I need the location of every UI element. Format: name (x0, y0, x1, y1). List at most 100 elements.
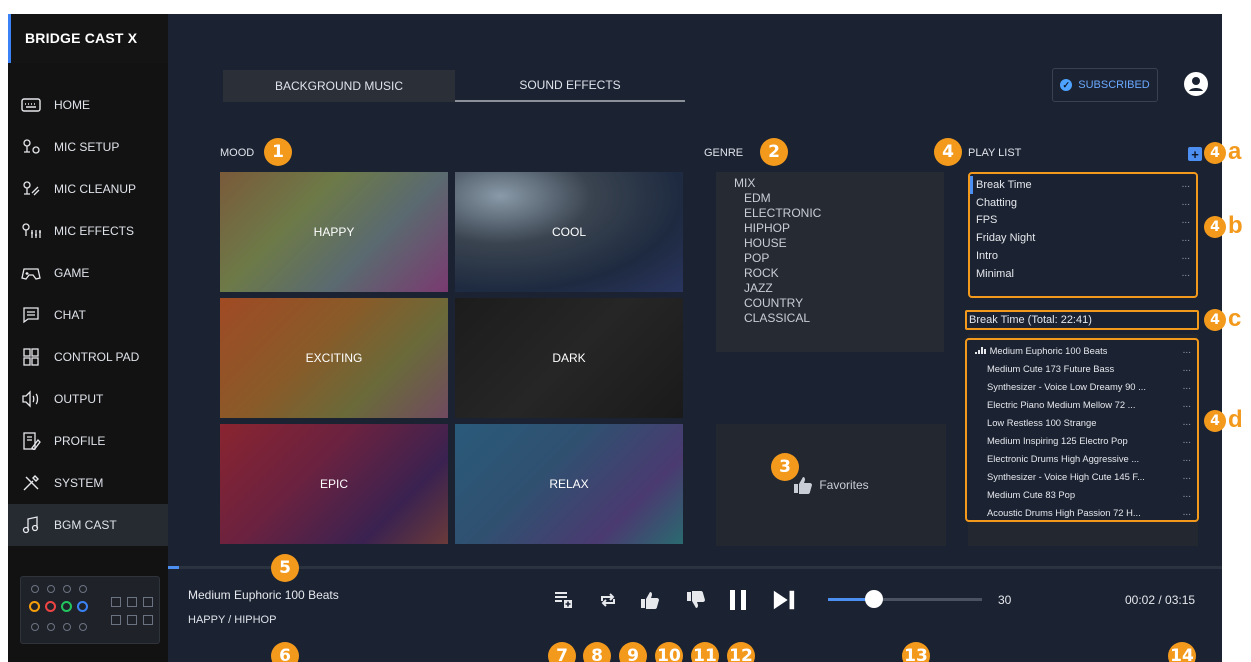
mic-effects-icon (20, 222, 42, 240)
dislike-button[interactable] (684, 588, 708, 612)
playback-progress-track[interactable] (168, 566, 1222, 569)
genre-item-hiphop[interactable]: HIPHOP (716, 221, 944, 236)
volume-slider-handle[interactable] (865, 590, 883, 608)
callout-10: 10 (655, 642, 683, 662)
genre-item-classical[interactable]: CLASSICAL (716, 311, 944, 326)
mood-tile-cool[interactable]: COOL (455, 172, 683, 292)
mood-tile-dark[interactable]: DARK (455, 298, 683, 418)
playlist-item-label: Friday Night (976, 232, 1036, 245)
callout-1: 1 (264, 138, 292, 166)
more-options-button[interactable]: ... (1183, 345, 1191, 356)
more-options-button[interactable]: ... (1182, 268, 1190, 279)
genre-item-rock[interactable]: ROCK (716, 266, 944, 281)
mood-tile-epic[interactable]: EPIC (220, 424, 448, 544)
genre-item-mix[interactable]: MIX (716, 176, 944, 191)
skip-next-icon (773, 590, 795, 610)
more-options-button[interactable]: ... (1182, 251, 1190, 262)
more-options-button[interactable]: ... (1183, 507, 1191, 518)
sidebar-item-label: GAME (54, 266, 90, 280)
sidebar-item-game[interactable]: GAME (8, 252, 168, 294)
track-row[interactable]: Medium Cute 173 Future Bass... (971, 359, 1191, 377)
more-options-button[interactable]: ... (1183, 489, 1191, 500)
device-knob (63, 585, 71, 593)
genre-item-electronic[interactable]: ELECTRONIC (716, 206, 944, 221)
device-dial-red (45, 601, 56, 612)
track-row[interactable]: Synthesizer - Voice Low Dreamy 90 ...... (971, 377, 1191, 395)
pause-button[interactable] (726, 588, 750, 612)
sidebar-item-bgm-cast[interactable]: BGM CAST (8, 504, 168, 546)
more-options-button[interactable]: ... (1183, 453, 1191, 464)
track-row[interactable]: Medium Euphoric 100 Beats ... (971, 341, 1191, 359)
subscribed-button[interactable]: ✓ SUBSCRIBED (1052, 68, 1158, 102)
more-options-button[interactable]: ... (1183, 471, 1191, 482)
track-row[interactable]: Low Restless 100 Strange... (971, 413, 1191, 431)
sidebar-item-control-pad[interactable]: CONTROL PAD (8, 336, 168, 378)
sidebar-item-mic-setup[interactable]: MIC SETUP (8, 126, 168, 168)
playlist-item[interactable]: Friday Night... (976, 229, 1190, 247)
device-pad (143, 597, 153, 607)
genre-list: MIX EDM ELECTRONIC HIPHOP HOUSE POP ROCK… (716, 172, 944, 352)
playlist-item[interactable]: FPS... (976, 212, 1190, 230)
playlist-item[interactable]: Intro... (976, 247, 1190, 265)
more-options-button[interactable]: ... (1182, 215, 1190, 226)
playlist-item[interactable]: Minimal... (976, 265, 1190, 283)
more-options-button[interactable]: ... (1183, 435, 1191, 446)
more-options-button[interactable]: ... (1182, 197, 1190, 208)
mood-tile-happy[interactable]: HAPPY (220, 172, 448, 292)
more-options-button[interactable]: ... (1182, 179, 1190, 190)
sidebar-item-home[interactable]: HOME (8, 84, 168, 126)
genre-item-house[interactable]: HOUSE (716, 236, 944, 251)
mood-tile-relax[interactable]: RELAX (455, 424, 683, 544)
tab-background-music[interactable]: BACKGROUND MUSIC (223, 70, 455, 102)
playlist-item[interactable]: Break Time... (970, 176, 1190, 194)
tab-sound-effects[interactable]: SOUND EFFECTS (455, 70, 685, 102)
sidebar-item-label: CHAT (54, 308, 86, 322)
genre-item-country[interactable]: COUNTRY (716, 296, 944, 311)
more-options-button[interactable]: ... (1183, 417, 1191, 428)
track-row[interactable]: Medium Cute 83 Pop... (971, 485, 1191, 503)
track-row[interactable]: Electronic Drums High Aggressive ...... (971, 449, 1191, 467)
pause-icon (730, 590, 746, 610)
thumbs-down-icon (687, 591, 705, 608)
track-row[interactable]: Medium Inspiring 125 Electro Pop... (971, 431, 1191, 449)
thumbs-up-icon (641, 592, 659, 609)
genre-item-pop[interactable]: POP (716, 251, 944, 266)
sidebar-item-mic-effects[interactable]: MIC EFFECTS (8, 210, 168, 252)
genre-item-edm[interactable]: EDM (716, 191, 944, 206)
add-playlist-button[interactable]: + (1188, 147, 1202, 162)
device-dial-orange (29, 601, 40, 612)
track-title: Electronic Drums High Aggressive ... (987, 452, 1140, 464)
more-options-button[interactable]: ... (1182, 233, 1190, 244)
grid-icon (20, 348, 42, 366)
callout-13: 13 (902, 642, 930, 662)
device-knob (47, 623, 55, 631)
device-dial-green (61, 601, 72, 612)
sidebar-item-mic-cleanup[interactable]: MIC CLEANUP (8, 168, 168, 210)
favorites-button[interactable]: Favorites (716, 424, 946, 546)
track-row[interactable]: Synthesizer - Voice High Cute 145 F.....… (971, 467, 1191, 485)
sidebar-item-system[interactable]: SYSTEM (8, 462, 168, 504)
mood-tile-exciting[interactable]: EXCITING (220, 298, 448, 418)
sidebar-item-output[interactable]: OUTPUT (8, 378, 168, 420)
add-to-playlist-button[interactable] (552, 588, 576, 612)
sidebar-item-profile[interactable]: PROFILE (8, 420, 168, 462)
track-row[interactable]: Electric Piano Medium Mellow 72 ...... (971, 395, 1191, 413)
repeat-button[interactable] (596, 588, 620, 612)
track-title: Acoustic Drums High Passion 72 H... (987, 506, 1141, 518)
more-options-button[interactable]: ... (1183, 381, 1191, 392)
app-title: BRIDGE CAST X (25, 30, 138, 46)
device-preview[interactable] (20, 576, 160, 644)
like-button[interactable] (638, 588, 662, 612)
more-options-button[interactable]: ... (1183, 363, 1191, 374)
device-knob (47, 585, 55, 593)
playlist-item[interactable]: Chatting... (976, 194, 1190, 212)
callout-9: 9 (619, 642, 647, 662)
callout-11: 11 (691, 642, 719, 662)
next-track-button[interactable] (772, 588, 796, 612)
device-pad (111, 615, 121, 625)
genre-item-jazz[interactable]: JAZZ (716, 281, 944, 296)
sidebar-item-chat[interactable]: CHAT (8, 294, 168, 336)
more-options-button[interactable]: ... (1183, 399, 1191, 410)
user-account-icon[interactable] (1184, 72, 1208, 96)
track-row[interactable]: Acoustic Drums High Passion 72 H...... (971, 503, 1191, 521)
